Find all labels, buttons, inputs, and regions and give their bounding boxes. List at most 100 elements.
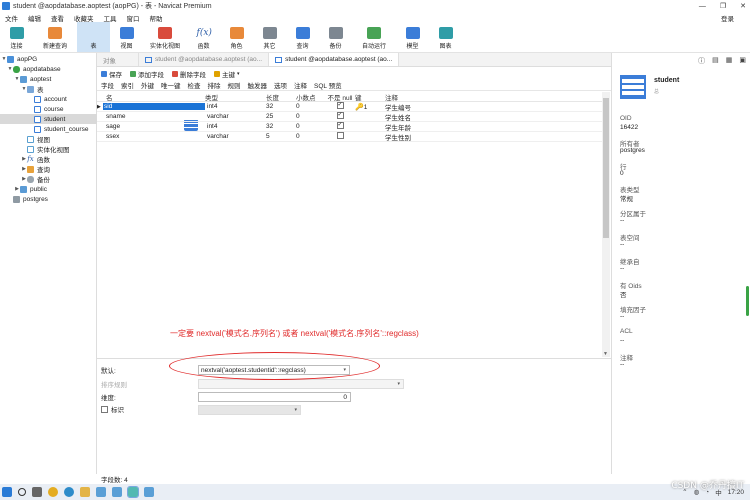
table-row[interactable]: ssex varchar 5 0 学生性别 (97, 132, 602, 142)
menu-view[interactable]: 查看 (46, 13, 69, 23)
subtab-foreign-keys[interactable]: 外键 (141, 80, 154, 90)
tree-node-postgres[interactable]: postgres (0, 194, 97, 204)
info-icon[interactable]: ⓘ (698, 56, 705, 66)
tree-node-views[interactable]: 视图 (0, 134, 97, 144)
subtab-triggers[interactable]: 触发器 (248, 80, 268, 90)
not-null-checkbox[interactable] (336, 101, 344, 109)
field-name-cell[interactable]: sage (103, 123, 205, 130)
app-icon[interactable] (96, 487, 106, 497)
preview-icon[interactable]: ▣ (739, 56, 746, 66)
tree-node-account[interactable]: account (0, 94, 97, 104)
identity-select[interactable]: ▾ (198, 405, 301, 415)
not-null-checkbox[interactable] (336, 121, 344, 129)
subtab-options[interactable]: 选项 (274, 80, 287, 90)
field-decimal-cell[interactable]: 0 (296, 133, 325, 140)
field-comment-cell[interactable]: 学生性别 (385, 132, 535, 142)
toolbar-function-button[interactable]: f(x) 函数 (187, 22, 220, 52)
toolbar-table-button[interactable]: 表 (77, 22, 198, 131)
menu-help[interactable]: 帮助 (145, 13, 168, 23)
subtab-sql-preview[interactable]: SQL 预览 (314, 80, 342, 90)
edge-icon[interactable] (64, 487, 74, 497)
menu-file[interactable]: 文件 (0, 13, 23, 23)
identity-option[interactable]: 标识 (101, 404, 124, 414)
field-type-cell[interactable]: int4 (205, 123, 266, 130)
toolbar-model-button[interactable]: 模型 (396, 22, 429, 52)
windows-start-icon[interactable] (2, 487, 12, 497)
field-name-cell[interactable]: ssex (103, 133, 205, 140)
field-name-cell[interactable]: sid (103, 103, 205, 110)
identity-checkbox[interactable] (101, 405, 108, 413)
toolbar-backup-button[interactable]: 备份 (319, 22, 352, 52)
close-button[interactable]: ✕ (740, 2, 746, 10)
app-icon[interactable] (144, 487, 154, 497)
add-field-button[interactable]: 添加字段 (130, 69, 164, 79)
toolbar-automation-button[interactable]: 自动运行 (352, 22, 396, 52)
login-link[interactable]: 登录 (721, 13, 734, 23)
toolbar-other-button[interactable]: 其它 (253, 22, 286, 52)
table-row[interactable]: sage int4 32 0 学生年龄 (97, 121, 602, 132)
search-icon[interactable] (18, 488, 26, 496)
subtab-comment[interactable]: 注释 (294, 80, 307, 90)
menu-window[interactable]: 窗口 (122, 13, 145, 23)
menu-tools[interactable]: 工具 (99, 13, 122, 23)
subtab-fields[interactable]: 字段 (101, 80, 114, 90)
toolbar-materialized-view-button[interactable]: 实体化视图 (143, 22, 187, 52)
maximize-button[interactable]: ❐ (720, 2, 726, 10)
toolbar-chart-button[interactable]: 图表 (429, 22, 462, 52)
not-null-checkbox[interactable] (336, 132, 344, 139)
toolbar-new-query-button[interactable]: 新建查询 (33, 22, 77, 52)
tree-node-public[interactable]: ▶ public (0, 184, 97, 194)
task-view-icon[interactable] (32, 487, 42, 497)
field-comment-cell[interactable]: 学生姓名 (385, 112, 535, 122)
table-row[interactable]: sname varchar 25 0 学生姓名 (97, 111, 602, 122)
tree-node-course[interactable]: course (0, 104, 97, 114)
field-decimal-cell[interactable]: 0 (296, 123, 325, 130)
save-button[interactable]: 保存 (101, 69, 122, 79)
grid-vertical-scrollbar[interactable]: ▼ (602, 92, 610, 357)
tree-node-aoppg[interactable]: ▼ aopPG (0, 54, 97, 64)
tree-node-materialized-views[interactable]: 实体化视图 (0, 144, 97, 154)
tree-node-queries[interactable]: ▶ 查询 (0, 164, 97, 174)
subtab-checks[interactable]: 检查 (188, 80, 201, 90)
menu-favorites[interactable]: 收藏夹 (69, 13, 99, 23)
field-comment-cell[interactable]: 学生年龄 (385, 122, 535, 132)
tree-node-student[interactable]: student (0, 114, 97, 124)
toolbar-role-button[interactable]: 角色 (220, 22, 253, 52)
field-type-cell[interactable]: int4 (205, 103, 266, 110)
menu-edit[interactable]: 编辑 (23, 13, 46, 23)
field-name-cell[interactable]: sname (103, 113, 205, 120)
subtab-indexes[interactable]: 索引 (121, 80, 134, 90)
field-length-cell[interactable]: 5 (266, 133, 296, 140)
field-type-cell[interactable]: varchar (205, 133, 266, 140)
table-row[interactable]: ▶ sid int4 32 0 🔑1 学生编号 (97, 101, 602, 112)
tree-node-aopdatabase[interactable]: ▼ aopdatabase (0, 64, 97, 74)
tree-node-aoptest[interactable]: ▼ aoptest (0, 74, 97, 84)
subtab-excludes[interactable]: 排除 (208, 80, 221, 90)
ddl-icon[interactable]: ▤ (712, 56, 719, 66)
collation-select[interactable]: ▾ (198, 379, 404, 389)
field-length-cell[interactable]: 32 (266, 103, 296, 110)
navicat-taskbar-icon[interactable] (127, 486, 139, 498)
subtab-unique-keys[interactable]: 唯一键 (161, 80, 181, 90)
toolbar-connect-button[interactable]: 连接 (0, 22, 33, 52)
subtab-rules[interactable]: 规则 (228, 80, 241, 90)
scroll-down-icon[interactable]: ▼ (603, 351, 608, 357)
tree-node-tables[interactable]: ▼ 表 (0, 84, 97, 94)
field-length-cell[interactable]: 32 (266, 123, 296, 130)
field-decimal-cell[interactable]: 0 (296, 113, 325, 120)
app-icon[interactable] (112, 487, 122, 497)
tab-student-1[interactable]: student @aopdatabase.aoptest (ao... (139, 53, 270, 66)
toolbar-view-button[interactable]: 视图 (110, 22, 143, 52)
dimension-input[interactable]: 0 (198, 392, 351, 402)
primary-key-button[interactable]: 主键 ▾ (214, 69, 240, 79)
scrollbar-thumb[interactable] (603, 98, 609, 238)
chrome-icon[interactable] (48, 487, 58, 497)
er-diagram-icon[interactable]: ▦ (726, 56, 733, 66)
tree-node-functions[interactable]: ▶ fx 函数 (0, 154, 97, 164)
panel-scrollbar[interactable] (746, 286, 749, 316)
not-null-checkbox[interactable] (336, 111, 344, 119)
tree-node-student-course[interactable]: student_course (0, 124, 97, 134)
file-explorer-icon[interactable] (80, 487, 90, 497)
tab-student-2[interactable]: student @aopdatabase.aoptest (ao... (269, 53, 400, 66)
tab-objects[interactable]: 对象 (97, 53, 139, 66)
